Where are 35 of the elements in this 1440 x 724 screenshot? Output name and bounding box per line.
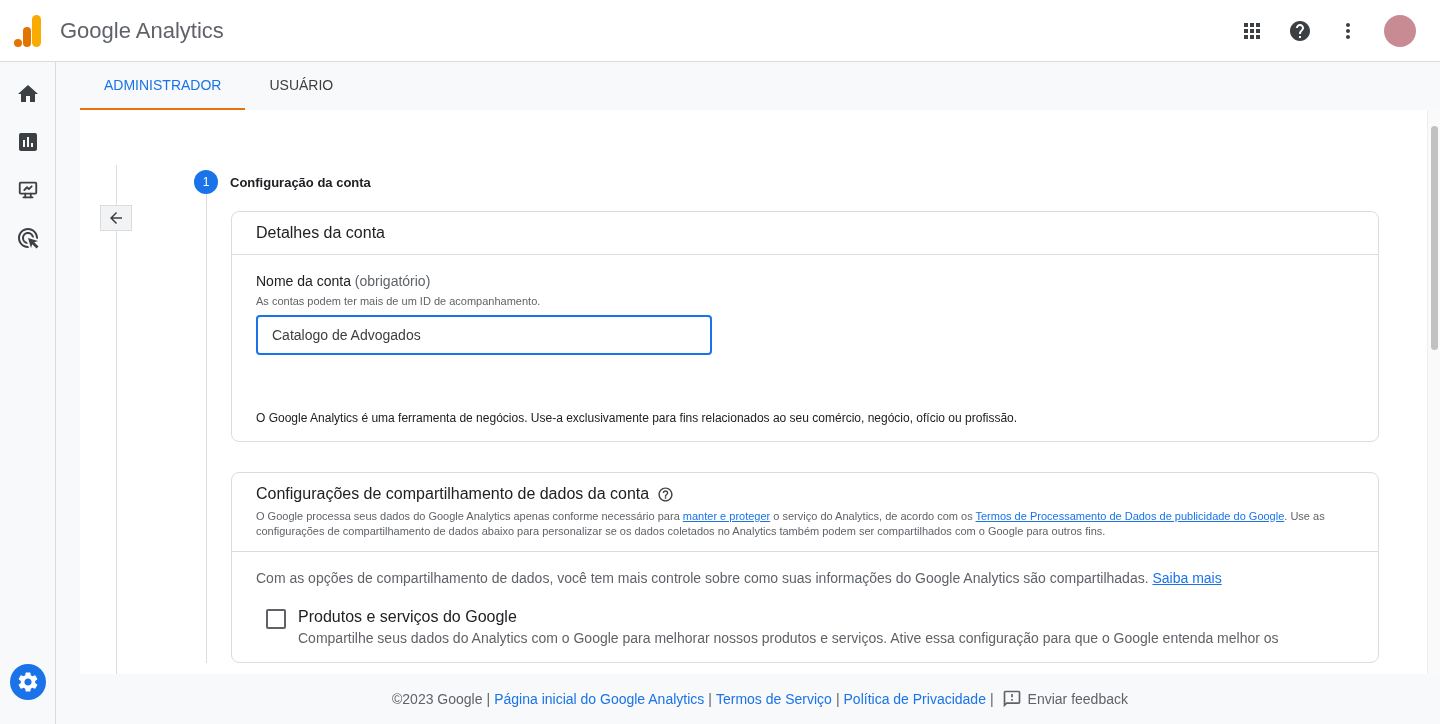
option-description: Compartilhe seus dados do Analytics com o Google para melhorar nossos produtos e serviços. Ative essa configuração para que o Google entenda melhor os xyxy=(298,630,1279,646)
separator: | xyxy=(708,691,712,707)
card-title: Configurações de compartilhamento de dados da conta xyxy=(256,485,650,503)
bar-chart-logo-icon xyxy=(14,14,42,47)
checkbox[interactable] xyxy=(266,609,286,629)
settings-icon[interactable] xyxy=(9,664,46,700)
app-title: Google Analytics xyxy=(60,17,225,44)
text-link[interactable]: manter e proteger xyxy=(682,510,771,522)
footer-link[interactable]: Política de Privacidade xyxy=(843,691,986,707)
tab[interactable]: USUÁRIO xyxy=(245,62,358,110)
intro-text: Com as opções de compartilhamento de dados, você tem mais controle sobre como suas informações do Google Analytics são compartilhadas. Saiba mais xyxy=(256,570,1223,586)
user-avatar[interactable] xyxy=(1384,14,1416,47)
card-title: Detalhes da conta xyxy=(256,224,386,242)
separator: | xyxy=(989,691,994,707)
text-link[interactable]: Saiba mais xyxy=(1152,570,1222,586)
feedback-icon xyxy=(1001,689,1022,709)
account-name-field[interactable]: Catalogo de Advogados xyxy=(256,315,712,355)
footer-link[interactable]: Termos de Serviço xyxy=(715,691,832,707)
separator: | xyxy=(486,691,491,707)
separator: | xyxy=(835,691,840,707)
field-label: Nome da conta (obrigatório) xyxy=(256,273,432,289)
footer-link[interactable]: Página inicial do Google Analytics xyxy=(494,691,705,707)
scrollbar-thumb[interactable] xyxy=(1430,126,1438,350)
feedback-button[interactable]: Enviar feedback xyxy=(997,689,1128,709)
copyright-text: ©2023 Google xyxy=(392,691,483,707)
notice-text: O Google Analytics é uma ferramenta de negócios. Use-a exclusivamente para fins relacionados ao seu comércio, negócio, ofício ou profissão. xyxy=(256,411,1019,425)
cursor-click-icon[interactable] xyxy=(15,226,40,250)
description-text: O Google processa seus dados do Google Analytics apenas conforme necessário para manter e proteger o serviço do Analytics, de acordo com os Termos de Processamento de Dados de publicidade do Google. Use as configurações de compartilhamento de dados abaixo para personalizar se os dados coletados no Analytics também podem ser compartilhados com o Google para outros fins. xyxy=(256,509,1326,539)
option-label: Produtos e serviços do Google xyxy=(298,608,518,626)
step-title: Configuração da conta xyxy=(230,174,371,190)
step-number: 1 xyxy=(194,170,218,194)
help-icon[interactable] xyxy=(1288,18,1312,43)
field-help-text: As contas podem ter mais de um ID de acompanhamento. xyxy=(256,295,542,307)
back-button[interactable] xyxy=(100,205,132,231)
help-icon[interactable] xyxy=(657,485,675,503)
